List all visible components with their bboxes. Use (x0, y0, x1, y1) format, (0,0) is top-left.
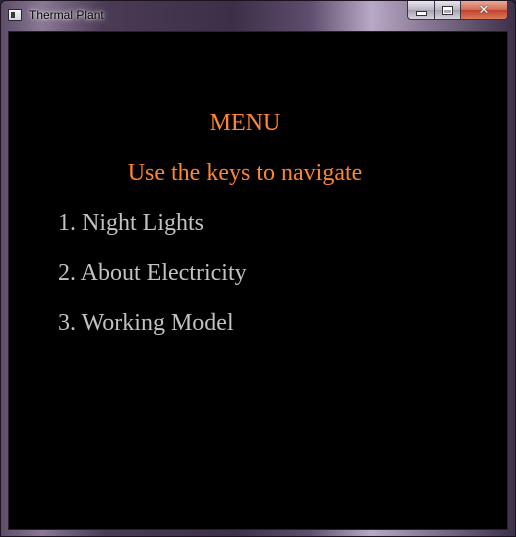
menu-item-night-lights[interactable]: 1. Night Lights (58, 210, 204, 237)
menu-item-working-model[interactable]: 3. Working Model (58, 310, 234, 337)
title-bar[interactable]: Thermal Plant ✕ (1, 1, 515, 31)
menu-item-about-electricity[interactable]: 2. About Electricity (58, 260, 247, 287)
close-icon: ✕ (478, 2, 490, 18)
minimize-button[interactable] (407, 1, 434, 20)
application-window-icon[interactable] (8, 9, 22, 21)
caption-buttons: ✕ (407, 1, 508, 21)
window-title: Thermal Plant (29, 8, 104, 22)
minimize-icon (415, 10, 427, 16)
maximize-button[interactable] (434, 1, 460, 20)
app-window: Thermal Plant ✕ MENU Use the keys to nav… (0, 0, 516, 537)
menu-title: MENU (209, 110, 281, 136)
maximize-icon (442, 5, 453, 15)
game-canvas[interactable]: MENU Use the keys to navigate 1. Night L… (8, 31, 508, 530)
close-button[interactable]: ✕ (460, 1, 508, 20)
menu-instructions: Use the keys to navigate (127, 160, 363, 186)
